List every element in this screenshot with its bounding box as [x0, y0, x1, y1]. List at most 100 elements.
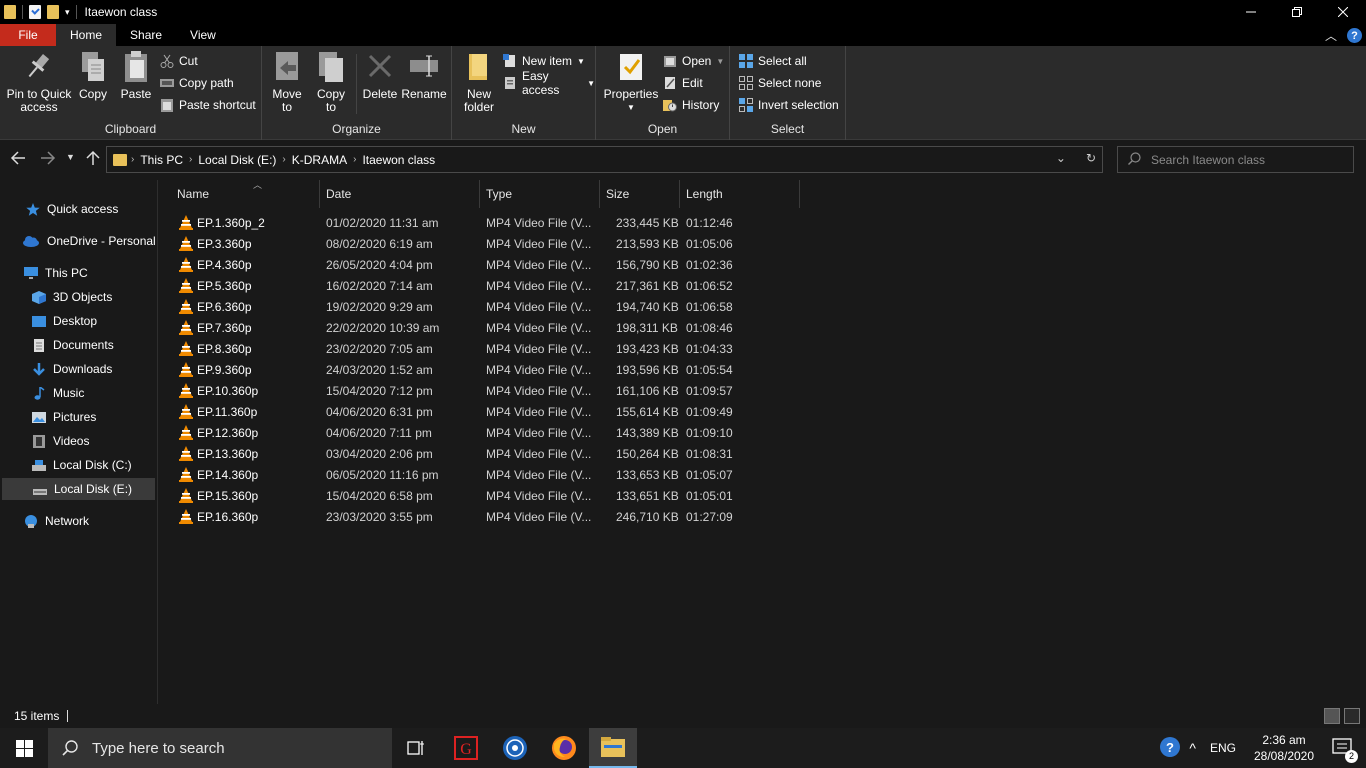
properties-icon[interactable]: [29, 5, 41, 19]
nav-downloads[interactable]: Downloads: [32, 358, 112, 380]
select-none-button[interactable]: Select none: [739, 73, 821, 93]
select-all-button[interactable]: Select all: [739, 51, 807, 71]
table-row[interactable]: EP.7.360p 22/02/2020 10:39 am MP4 Video Fi…: [173, 317, 803, 338]
copy-path-button[interactable]: Copy path: [160, 73, 234, 93]
taskbar-app-red[interactable]: G: [442, 728, 490, 768]
nav-quick-access[interactable]: Quick access: [26, 198, 118, 220]
nav-music[interactable]: Music: [32, 382, 84, 404]
tab-home[interactable]: Home: [56, 24, 117, 46]
taskbar-firefox[interactable]: [540, 728, 588, 768]
task-view-button[interactable]: [392, 728, 440, 768]
start-button[interactable]: [0, 728, 48, 768]
copy-to-button[interactable]: Copy to: [314, 50, 348, 114]
easy-access-button[interactable]: Easy access ▼: [503, 69, 595, 97]
new-folder-icon[interactable]: [47, 5, 59, 19]
forward-arrow-icon[interactable]: [40, 150, 56, 171]
tab-share[interactable]: Share: [116, 24, 176, 46]
search-input[interactable]: [1151, 152, 1341, 167]
table-row[interactable]: EP.6.360p 19/02/2020 9:29 am MP4 Video Fil…: [173, 296, 803, 317]
notifications-icon[interactable]: 2: [1332, 737, 1358, 763]
table-row[interactable]: EP.13.360p 03/04/2020 2:06 pm MP4 Video Fi…: [173, 443, 803, 464]
table-row[interactable]: EP.15.360p 15/04/2020 6:58 pm MP4 Video Fi…: [173, 485, 803, 506]
show-hidden-icons-chevron-icon[interactable]: ^: [1189, 740, 1196, 756]
breadcrumb-this-pc[interactable]: This PC: [140, 153, 183, 167]
paste-button[interactable]: Paste: [118, 50, 154, 101]
table-row[interactable]: EP.11.360p 04/06/2020 6:31 pm MP4 Video Fi…: [173, 401, 803, 422]
large-icons-view-icon[interactable]: [1344, 708, 1360, 724]
nav-desktop[interactable]: Desktop: [32, 310, 97, 332]
back-arrow-icon[interactable]: [10, 150, 26, 171]
nav-local-disk-e[interactable]: Local Disk (E:): [2, 478, 155, 500]
collapse-ribbon-icon[interactable]: ︿: [1325, 27, 1337, 44]
delete-button[interactable]: Delete: [362, 50, 398, 101]
history-button[interactable]: History: [663, 95, 719, 115]
recent-locations-chevron-icon[interactable]: ▼: [66, 152, 75, 162]
nav-this-pc[interactable]: This PC: [24, 262, 88, 284]
customize-toolbar-dropdown-icon[interactable]: ▾: [65, 7, 70, 18]
column-header-size[interactable]: Size: [600, 180, 680, 208]
nav-onedrive[interactable]: OneDrive - Personal: [22, 230, 156, 252]
breadcrumb-chevron-icon[interactable]: ›: [131, 154, 134, 165]
column-header-date[interactable]: Date: [320, 180, 480, 208]
breadcrumb-k-drama[interactable]: K-DRAMA: [292, 153, 347, 167]
column-header-length[interactable]: Length: [680, 180, 800, 208]
new-item-button[interactable]: New item ▼: [503, 51, 585, 71]
rename-button[interactable]: Rename: [401, 50, 447, 101]
breadcrumb-chevron-icon[interactable]: ›: [282, 154, 285, 165]
table-row[interactable]: EP.14.360p 06/05/2020 11:16 pm MP4 Video F…: [173, 464, 803, 485]
breadcrumb-local-disk-e[interactable]: Local Disk (E:): [198, 153, 276, 167]
help-tray-icon[interactable]: ?: [1159, 736, 1181, 761]
pin-to-quick-access-button[interactable]: Pin to Quick access: [6, 50, 72, 114]
cut-button[interactable]: Cut: [160, 51, 198, 71]
table-row[interactable]: EP.10.360p 15/04/2020 7:12 pm MP4 Video Fi…: [173, 380, 803, 401]
nav-pictures[interactable]: Pictures: [32, 406, 96, 428]
folder-icon[interactable]: [4, 5, 16, 19]
new-folder-button[interactable]: New folder: [460, 50, 498, 114]
copy-button[interactable]: Copy: [76, 50, 110, 101]
edit-button[interactable]: Edit: [663, 73, 703, 93]
refresh-icon[interactable]: ↻: [1086, 151, 1096, 165]
nav-documents[interactable]: Documents: [32, 334, 114, 356]
table-row[interactable]: EP.8.360p 23/02/2020 7:05 am MP4 Video Fil…: [173, 338, 803, 359]
breadcrumb-chevron-icon[interactable]: ›: [189, 154, 192, 165]
nav-videos[interactable]: Videos: [32, 430, 89, 452]
address-history-dropdown-icon[interactable]: ⌄: [1056, 151, 1066, 165]
vlc-icon: [179, 404, 193, 419]
invert-selection-button[interactable]: Invert selection: [739, 95, 839, 115]
table-row[interactable]: EP.12.360p 04/06/2020 7:11 pm MP4 Video Fi…: [173, 422, 803, 443]
table-row[interactable]: EP.9.360p 24/03/2020 1:52 am MP4 Video Fil…: [173, 359, 803, 380]
column-header-type[interactable]: Type: [480, 180, 600, 208]
cell-size: 155,614 KB: [616, 405, 679, 419]
breadcrumb-chevron-icon[interactable]: ›: [353, 154, 356, 165]
column-header-name[interactable]: ︿ Name: [171, 180, 320, 208]
clock[interactable]: 2:36 am 28/08/2020: [1246, 732, 1322, 764]
tab-file[interactable]: File: [0, 24, 56, 46]
taskbar-app-blue[interactable]: [491, 728, 539, 768]
close-button[interactable]: [1320, 0, 1366, 24]
nav-3d-objects[interactable]: 3D Objects: [32, 286, 112, 308]
restore-button[interactable]: [1274, 0, 1320, 24]
move-to-label-line2: to: [281, 100, 292, 114]
breadcrumb-itaewon-class[interactable]: Itaewon class: [362, 153, 435, 167]
move-to-button[interactable]: Move to: [270, 50, 304, 114]
nav-local-disk-c[interactable]: Local Disk (C:): [32, 454, 132, 476]
table-row[interactable]: EP.16.360p 23/03/2020 3:55 pm MP4 Video Fi…: [173, 506, 803, 527]
address-bar[interactable]: › This PC › Local Disk (E:) › K-DRAMA › …: [106, 146, 1103, 173]
help-icon[interactable]: ?: [1347, 28, 1362, 43]
details-view-icon[interactable]: [1324, 708, 1340, 724]
open-button[interactable]: Open ▼: [663, 51, 724, 71]
minimize-button[interactable]: [1228, 0, 1274, 24]
table-row[interactable]: EP.3.360p 08/02/2020 6:19 am MP4 Video Fil…: [173, 233, 803, 254]
table-row[interactable]: EP.4.360p 26/05/2020 4:04 pm MP4 Video Fil…: [173, 254, 803, 275]
taskbar-search-box[interactable]: Type here to search: [48, 728, 392, 768]
table-row[interactable]: EP.5.360p 16/02/2020 7:14 am MP4 Video Fil…: [173, 275, 803, 296]
table-row[interactable]: EP.1.360p_2 01/02/2020 11:31 am MP4 Video …: [173, 212, 803, 233]
language-indicator[interactable]: ENG: [1210, 741, 1236, 755]
up-arrow-icon[interactable]: [85, 150, 101, 171]
nav-network[interactable]: Network: [24, 510, 89, 532]
search-box[interactable]: [1117, 146, 1354, 173]
properties-button[interactable]: Properties ▼: [604, 50, 658, 114]
paste-shortcut-button[interactable]: Paste shortcut: [160, 95, 256, 115]
taskbar-file-explorer[interactable]: [589, 728, 637, 768]
tab-view[interactable]: View: [176, 24, 230, 46]
